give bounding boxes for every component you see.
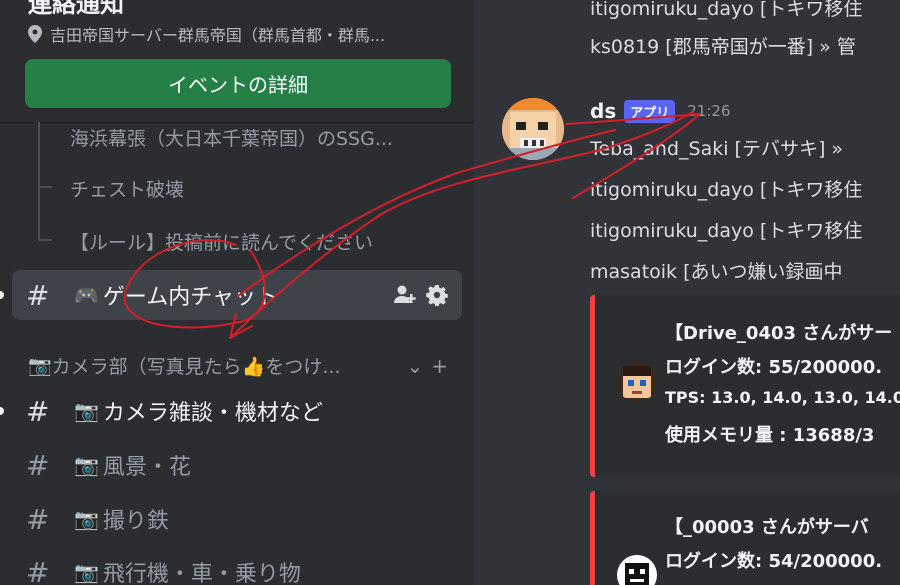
channel-sidebar: 連絡通知 吉田帝国サーバー群馬帝国（群馬首都・群馬... イベントの詳細 海浜幕… [0, 0, 474, 585]
category-label: カメラ部（写真見たら👍をつけ... [51, 356, 341, 378]
thread-tree-branch [38, 186, 52, 188]
author-name[interactable]: ds [590, 99, 616, 123]
message-line: itigomiruku_dayo [トキワ移住 [590, 179, 863, 201]
message-pane: itigomiruku_dayo [トキワ移住 ks0819 [郡馬帝国が一番]… [474, 0, 900, 585]
embed-title: 【Drive_0403 さんがサー [665, 323, 893, 344]
thread-tree-line [38, 122, 40, 240]
game-controller-emoji: 🎮 [74, 283, 99, 307]
camera-emoji: 📷 [28, 355, 52, 377]
channel-controls [394, 284, 448, 306]
channel-vehicles[interactable]: # 📷 飛行機・車・乗り物 [12, 547, 462, 585]
thread-item[interactable]: 海浜幕張（大日本千葉帝国）のSSG... [70, 124, 393, 151]
thread-item[interactable]: 【ルール】投稿前に読んでください [70, 228, 373, 255]
unread-indicator [0, 291, 4, 299]
channel-label: 飛行機・車・乗り物 [102, 562, 301, 585]
embed-card: 【Drive_0403 さんがサー ログイン数: 55/200000. TPS:… [590, 295, 900, 477]
location-text: 吉田帝国サーバー群馬帝国（群馬首都・群馬... [50, 26, 386, 45]
message-header: ds アプリ 21:26 [590, 99, 730, 123]
hash-icon: # [26, 278, 50, 312]
channel-label: カメラ雑談・機材など [102, 401, 323, 426]
camera-emoji: 📷 [74, 507, 99, 531]
message-line: Teba_and_Saki [テバサキ] » [590, 138, 844, 160]
location-pin-icon [28, 25, 42, 43]
event-location: 吉田帝国サーバー群馬帝国（群馬首都・群馬... [28, 22, 385, 46]
embed-card: 【_00003 さんがサーバ ログイン数: 54/200000. [590, 491, 900, 585]
chevron-down-icon[interactable]: ⌄ [406, 354, 423, 378]
plus-icon[interactable]: + [431, 354, 448, 378]
category-camera[interactable]: 📷 カメラ部（写真見たら👍をつけ... ⌄ + [28, 352, 448, 379]
gear-icon[interactable] [426, 284, 448, 306]
category-controls: ⌄ + [406, 354, 448, 378]
channel-scenery[interactable]: # 📷 風景・花 [12, 440, 462, 490]
hash-icon: # [26, 394, 50, 428]
header-divider [0, 122, 474, 123]
unread-indicator [0, 407, 4, 415]
server-name[interactable]: 連絡通知 [28, 0, 124, 19]
hash-icon: # [26, 555, 50, 585]
embed-thumbnail [617, 555, 657, 585]
camera-emoji: 📷 [74, 453, 99, 477]
embed-memory: 使用メモリ量 : 13688/3 [665, 425, 875, 446]
channel-train[interactable]: # 📷 撮り鉄 [12, 494, 462, 544]
camera-emoji: 📷 [74, 560, 99, 584]
embed-login: ログイン数: 54/200000. [665, 551, 883, 572]
hash-icon: # [26, 502, 50, 536]
message-line: itigomiruku_dayo [トキワ移住 [590, 0, 863, 20]
timestamp[interactable]: 21:26 [687, 102, 730, 120]
app-badge: アプリ [624, 99, 676, 123]
message-line: masatoik [あいつ嫌い録画中 [590, 261, 843, 283]
embed-thumbnail [617, 362, 657, 402]
camera-emoji: 📷 [74, 399, 99, 423]
channel-game-chat[interactable]: # 🎮 ゲーム内チャット [12, 270, 462, 320]
channel-label: 風景・花 [102, 455, 191, 480]
embed-title: 【_00003 さんがサーバ [665, 517, 869, 538]
channel-label: 撮り鉄 [102, 509, 169, 534]
hash-icon: # [26, 448, 50, 482]
avatar[interactable] [502, 98, 564, 160]
embed-tps: TPS: 13.0, 14.0, 13.0, 14.0 [665, 388, 900, 407]
event-details-button[interactable]: イベントの詳細 [25, 59, 451, 108]
message-line: ks0819 [郡馬帝国が一番] » 管 [590, 36, 856, 58]
server-header: 連絡通知 吉田帝国サーバー群馬帝国（群馬首都・群馬... イベントの詳細 [0, 0, 474, 120]
channel-camera-chat[interactable]: # 📷 カメラ雑談・機材など [12, 386, 462, 436]
thread-tree-branch [38, 239, 52, 241]
message-line: itigomiruku_dayo [トキワ移住 [590, 220, 863, 242]
thread-item[interactable]: チェスト破壊 [70, 175, 184, 202]
add-member-icon[interactable] [394, 284, 416, 304]
channel-label: ゲーム内チャット [102, 285, 279, 310]
embed-login: ログイン数: 55/200000. [665, 357, 883, 378]
